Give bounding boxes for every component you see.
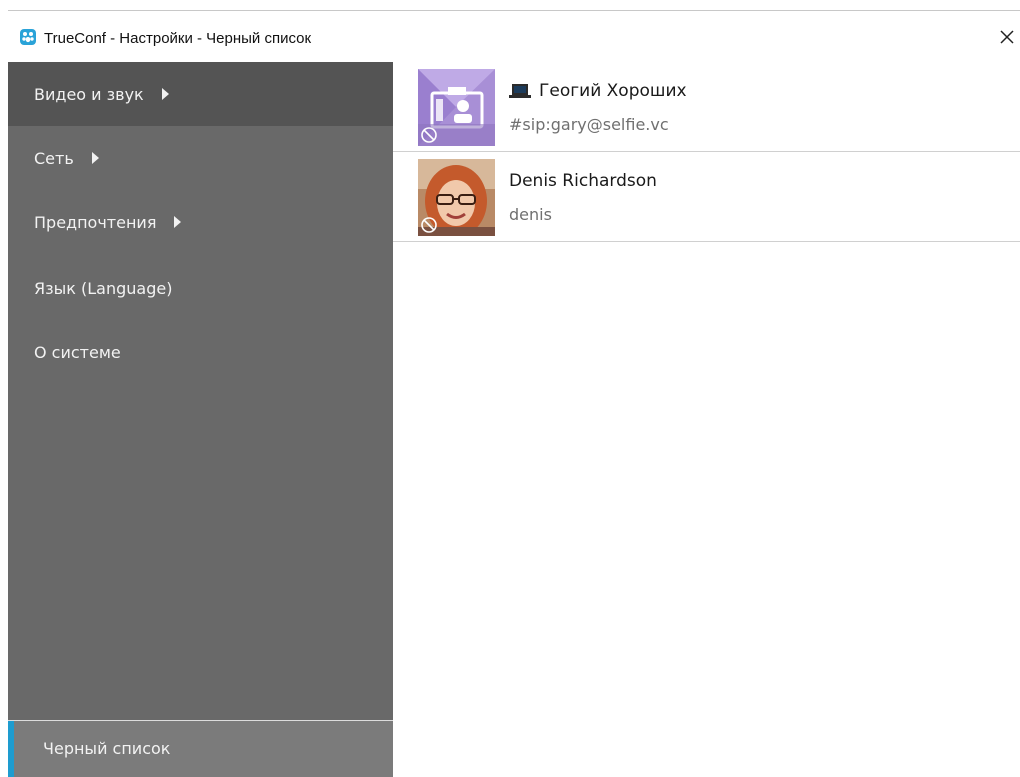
sidebar-item-label: О системе <box>34 342 121 362</box>
contact-name-text: Геогий Хороших <box>539 81 687 101</box>
sidebar-item-label: Сеть <box>34 148 74 168</box>
sidebar-item-blacklist[interactable]: Черный список <box>8 720 393 777</box>
close-icon <box>1000 30 1014 44</box>
sidebar-item-network[interactable]: Сеть <box>8 126 393 190</box>
blacklist-content: Геогий Хороших #sip:gary@selfie.vc Denis… <box>393 62 1020 776</box>
contact-name: Denis Richardson <box>509 171 657 191</box>
sidebar-item-video-audio[interactable]: Видео и звук <box>8 62 393 126</box>
blocked-icon <box>421 217 437 233</box>
contact-id: denis <box>509 205 552 224</box>
chevron-right-icon <box>174 216 182 228</box>
contact-id: #sip:gary@selfie.vc <box>509 115 669 134</box>
selected-indicator <box>8 721 14 777</box>
sidebar-item-about[interactable]: О системе <box>8 320 393 384</box>
sidebar-item-label: Предпочтения <box>34 212 157 232</box>
contact-name: Геогий Хороших <box>509 81 687 101</box>
close-button[interactable] <box>994 24 1020 50</box>
sidebar-item-label: Черный список <box>43 739 171 758</box>
chevron-right-icon <box>161 88 169 100</box>
list-item[interactable]: Геогий Хороших #sip:gary@selfie.vc <box>393 62 1020 152</box>
chevron-right-icon <box>91 152 99 164</box>
list-item[interactable]: Denis Richardson denis <box>393 152 1020 242</box>
sidebar-item-label: Язык (Language) <box>34 278 173 298</box>
placeholder-avatar <box>418 69 495 146</box>
contact-name-text: Denis Richardson <box>509 171 657 191</box>
photo-avatar <box>418 159 495 236</box>
window-title: TrueConf - Настройки - Черный список <box>44 30 312 47</box>
sidebar-item-preferences[interactable]: Предпочтения <box>8 190 393 254</box>
sidebar-item-label: Видео и звук <box>34 84 144 104</box>
settings-sidebar: Видео и звук Сеть Предпочтения Язык (Lan… <box>8 62 393 777</box>
laptop-icon <box>509 83 531 99</box>
sidebar-item-language[interactable]: Язык (Language) <box>8 256 393 320</box>
trueconf-logo-icon <box>20 29 36 45</box>
blocked-icon <box>421 127 437 143</box>
